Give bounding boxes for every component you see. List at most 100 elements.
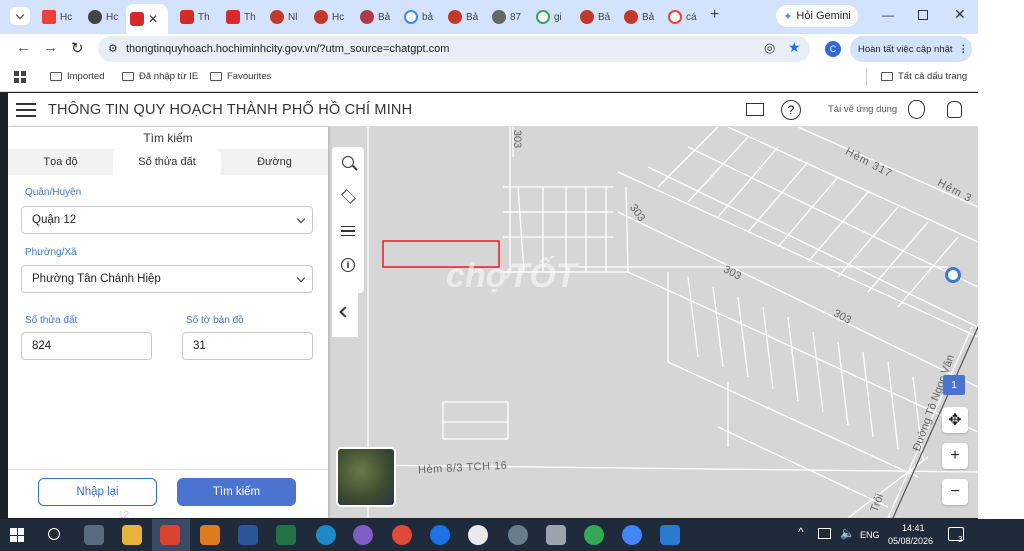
bookmark-ie[interactable]: Đã nhập từ IE bbox=[122, 71, 198, 82]
all-bookmarks[interactable]: Tất cả dấu trang bbox=[881, 71, 967, 82]
viber-icon[interactable] bbox=[353, 525, 373, 545]
chrome-icon[interactable] bbox=[622, 525, 642, 545]
sheet-input[interactable]: 31 bbox=[182, 332, 313, 360]
new-tab-button[interactable]: + bbox=[710, 6, 719, 24]
back-button[interactable]: ← bbox=[16, 39, 31, 56]
apple-icon[interactable] bbox=[908, 100, 925, 119]
android-icon[interactable] bbox=[947, 101, 962, 118]
tab-5[interactable]: Nl bbox=[266, 5, 297, 29]
photos-icon[interactable] bbox=[660, 525, 680, 545]
tab-active[interactable]: ✕ bbox=[126, 4, 168, 34]
menu-icon[interactable] bbox=[16, 103, 36, 117]
clock-date[interactable]: 05/08/2026 bbox=[888, 536, 933, 546]
search-icon[interactable] bbox=[334, 148, 362, 176]
tab-3[interactable]: Th bbox=[176, 5, 210, 29]
tab-2[interactable]: Hc bbox=[84, 5, 118, 29]
satellite-toggle[interactable] bbox=[336, 447, 396, 507]
close-icon[interactable]: ✕ bbox=[148, 12, 158, 26]
outlook-icon[interactable] bbox=[200, 525, 220, 545]
web-page: THÔNG TIN QUY HOẠCH THÀNH PHỐ HỒ CHÍ MIN… bbox=[8, 93, 978, 518]
tab-9[interactable]: Bả bbox=[444, 5, 478, 29]
district-select[interactable]: Quận 12 bbox=[21, 206, 313, 234]
zoom-out-button[interactable]: − bbox=[942, 479, 968, 505]
tab-7[interactable]: Bả bbox=[356, 5, 390, 29]
divider bbox=[866, 68, 867, 86]
tab-1[interactable]: Hc bbox=[38, 5, 72, 29]
edge-icon[interactable] bbox=[316, 525, 336, 545]
zalo-icon[interactable] bbox=[430, 525, 450, 545]
chatgpt-icon[interactable] bbox=[468, 525, 488, 545]
excel-icon[interactable] bbox=[276, 525, 296, 545]
parcel-label: Số thửa đất bbox=[25, 315, 78, 326]
mail-icon[interactable] bbox=[746, 103, 764, 116]
volume-icon[interactable]: 🔈 bbox=[840, 526, 855, 540]
tab-search-button[interactable] bbox=[10, 7, 30, 25]
collapse-panel-button[interactable] bbox=[332, 287, 358, 337]
map-view[interactable]: Hẻm 317 Hẻm 3 303 303 303 303 Hẻm 8/3 TC… bbox=[328, 127, 978, 518]
bookmarks-bar: Imported Đã nhập từ IE Favourites Tất cả… bbox=[0, 64, 978, 92]
map-canvas bbox=[357, 127, 978, 518]
tab-13[interactable]: Bả bbox=[620, 5, 654, 29]
zoom-in-button[interactable]: + bbox=[942, 443, 968, 469]
app-icon[interactable] bbox=[546, 525, 566, 545]
more-vert-icon: ⋮ bbox=[958, 43, 969, 55]
tab-strip: Hc Hc ✕ Th Th Nl Hc Bả bả Bả 87 gi Bả Bả… bbox=[0, 0, 978, 34]
layer-badge[interactable]: 1 bbox=[943, 375, 965, 395]
bookmark-favourites[interactable]: Favourites bbox=[210, 71, 271, 82]
site-icon bbox=[360, 10, 374, 24]
reset-button[interactable]: Nhập lại bbox=[38, 478, 157, 506]
ward-label: Phường/Xã bbox=[25, 247, 77, 258]
reload-button[interactable]: ↻ bbox=[71, 39, 84, 57]
layers-icon[interactable] bbox=[334, 182, 362, 210]
url-text: thongtinquyhoach.hochiminhcity.gov.vn/?u… bbox=[126, 43, 450, 55]
bookmark-imported[interactable]: Imported bbox=[50, 71, 105, 82]
tab-duong[interactable]: Đường bbox=[221, 149, 328, 175]
download-app-label: Tải về ứng dụng bbox=[828, 104, 898, 115]
parcel-input[interactable]: 824 bbox=[21, 332, 152, 360]
start-icon[interactable] bbox=[10, 528, 24, 542]
apps-icon[interactable] bbox=[14, 71, 26, 83]
address-bar[interactable]: ⚙ thongtinquyhoach.hochiminhcity.gov.vn/… bbox=[98, 36, 810, 62]
chrome-icon[interactable] bbox=[392, 525, 412, 545]
tab-12[interactable]: Bả bbox=[576, 5, 610, 29]
tab-toa-do[interactable]: Tọa độ bbox=[8, 149, 113, 175]
language-indicator[interactable]: ENG bbox=[860, 530, 880, 540]
list-icon[interactable] bbox=[334, 217, 362, 245]
search-button[interactable]: Tìm kiếm bbox=[177, 478, 296, 506]
eye-off-icon[interactable]: ◎ bbox=[764, 40, 775, 56]
update-button[interactable]: Hoàn tất việc cập nhật ⋮ bbox=[850, 36, 972, 62]
network-icon[interactable] bbox=[818, 528, 831, 539]
search-icon[interactable] bbox=[48, 528, 60, 540]
window-close-button[interactable]: ✕ bbox=[954, 6, 966, 23]
forward-button[interactable]: → bbox=[43, 39, 58, 56]
clock-time[interactable]: 14:41 bbox=[902, 523, 925, 533]
tab-so-thua-dat[interactable]: Số thửa đất bbox=[113, 149, 221, 175]
tab-6[interactable]: Hc bbox=[310, 5, 344, 29]
app-icon[interactable] bbox=[508, 525, 528, 545]
tab-11[interactable]: gi bbox=[532, 5, 562, 29]
camera-icon[interactable] bbox=[84, 525, 104, 545]
word-icon[interactable] bbox=[238, 525, 258, 545]
maximize-button[interactable] bbox=[918, 10, 928, 20]
profile-avatar[interactable]: C bbox=[825, 41, 841, 57]
tab-10[interactable]: 87 bbox=[488, 5, 521, 29]
file-explorer-icon[interactable] bbox=[122, 525, 142, 545]
site-icon bbox=[580, 10, 594, 24]
site-icon bbox=[180, 10, 194, 24]
tray-chevron-icon[interactable]: ^ bbox=[798, 525, 804, 539]
gemini-button[interactable]: ✦ Hỏi Gemini bbox=[776, 5, 858, 27]
tab-14[interactable]: cá bbox=[664, 5, 697, 29]
info-icon[interactable]: i bbox=[334, 251, 362, 279]
district-label: Quận/Huyện bbox=[25, 187, 82, 198]
site-info-icon[interactable]: ⚙ bbox=[108, 42, 118, 55]
tab-8[interactable]: bả bbox=[400, 5, 433, 29]
app-icon[interactable] bbox=[160, 525, 180, 545]
ward-select[interactable]: Phường Tân Chánh Hiệp bbox=[21, 265, 313, 293]
minimize-button[interactable]: — bbox=[882, 8, 894, 22]
tab-4[interactable]: Th bbox=[222, 5, 256, 29]
help-icon[interactable]: ? bbox=[781, 100, 801, 120]
star-icon[interactable]: ★ bbox=[788, 39, 801, 56]
move-icon[interactable]: ✥ bbox=[942, 407, 968, 433]
page-margin bbox=[978, 0, 1024, 519]
chrome-icon[interactable] bbox=[584, 525, 604, 545]
